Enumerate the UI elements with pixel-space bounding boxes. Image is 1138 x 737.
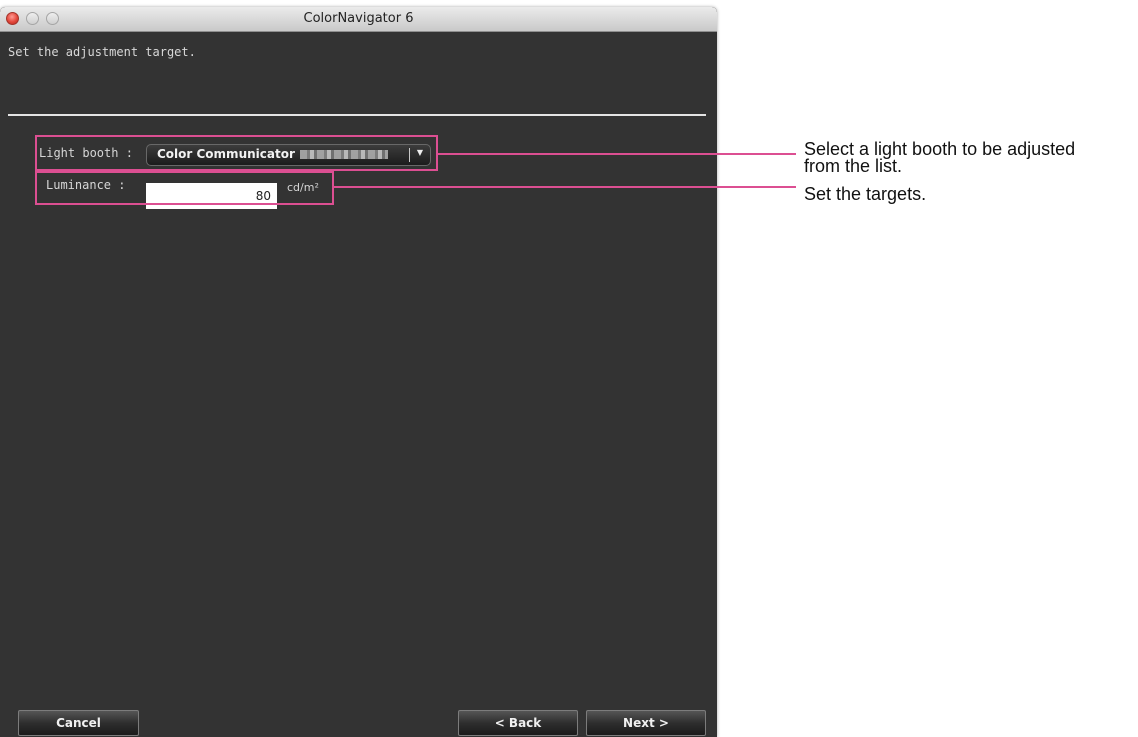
callout-leader-targets	[334, 186, 796, 188]
light-booth-highlight	[35, 135, 438, 171]
luminance-highlight	[35, 171, 334, 205]
callout-light-booth: Select a light booth to be adjusted from…	[804, 139, 1076, 176]
callout-targets: Set the targets.	[804, 184, 927, 204]
next-button[interactable]: Next >	[586, 710, 706, 736]
instruction-text: Set the adjustment target.	[8, 45, 196, 59]
cancel-button[interactable]: Cancel	[18, 710, 139, 736]
title-bar[interactable]: ColorNavigator 6	[0, 7, 717, 32]
callout-leader-light-booth	[438, 153, 796, 155]
divider	[8, 114, 706, 116]
window-title: ColorNavigator 6	[303, 11, 414, 26]
application-window: ColorNavigator 6 Set the adjustment targ…	[0, 7, 717, 737]
back-button[interactable]: < Back	[458, 710, 578, 736]
